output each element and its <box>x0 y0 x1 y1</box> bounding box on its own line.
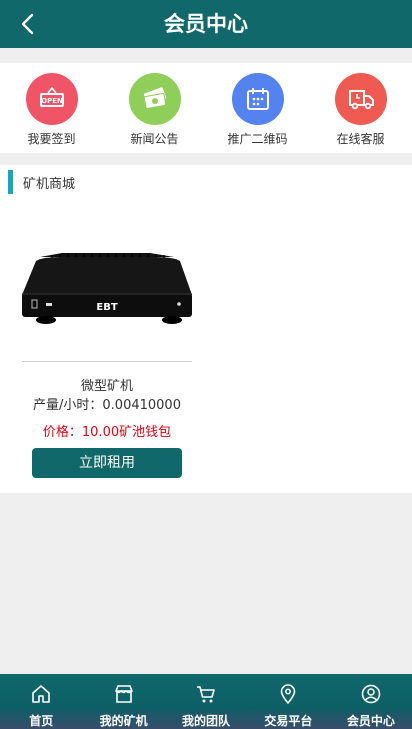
device-brand-text: EBT <box>96 302 117 313</box>
quick-link-qrcode[interactable]: 推广二维码 <box>206 63 309 153</box>
quick-link-label: 新闻公告 <box>130 132 179 146</box>
store-icon <box>113 683 135 709</box>
quick-link-checkin[interactable]: OPEN 我要签到 <box>0 63 103 153</box>
header-bar: 会员中心 <box>0 0 412 48</box>
cart-icon <box>195 683 217 709</box>
truck-icon <box>334 73 387 125</box>
bottom-tab-bar: 首页 我的矿机 我的团队 交易平台 会员中心 <box>0 674 412 729</box>
location-icon <box>277 683 299 709</box>
tab-label: 交易平台 <box>264 714 313 728</box>
quick-link-label: 在线客服 <box>336 132 385 146</box>
tab-label: 会员中心 <box>346 714 395 728</box>
user-icon <box>360 683 382 709</box>
miner-device-image: EBT <box>22 205 192 355</box>
page-title: 会员中心 <box>164 12 248 36</box>
section-accent-bar <box>8 170 13 194</box>
calendar-icon <box>231 73 284 125</box>
section-title: 矿机商城 <box>23 176 76 192</box>
rent-now-button[interactable]: 立即租用 <box>32 448 182 478</box>
tab-label: 首页 <box>29 714 54 728</box>
tab-my-miners[interactable]: 我的矿机 <box>82 674 164 729</box>
product-name: 微型矿机 <box>80 379 133 394</box>
open-sign-icon: OPEN <box>25 73 78 125</box>
home-icon <box>30 683 52 709</box>
svg-text:OPEN: OPEN <box>41 97 63 105</box>
quick-link-news[interactable]: 新闻公告 <box>103 63 206 153</box>
product-price: 价格：10.00矿池钱包 <box>42 425 172 440</box>
product-card[interactable]: EBT 微型矿机 产量/小时：0.00410000 价格：10.00矿池钱包 立… <box>22 205 192 478</box>
miner-shop-section: 矿机商城 EBT 微型矿机 产量/小时：0.00410000 价格：10.00矿… <box>0 165 412 493</box>
tab-label: 我的矿机 <box>99 714 148 728</box>
tab-member-center[interactable]: 会员中心 <box>330 674 412 729</box>
quick-link-label: 我要签到 <box>27 132 76 146</box>
tab-label: 我的团队 <box>182 714 231 728</box>
quick-link-service[interactable]: 在线客服 <box>309 63 412 153</box>
tab-my-team[interactable]: 我的团队 <box>165 674 247 729</box>
quick-links: OPEN 我要签到 新闻公告 推广二维码 在线客服 <box>0 63 412 153</box>
tab-home[interactable]: 首页 <box>0 674 82 729</box>
product-output-rate: 产量/小时：0.00410000 <box>33 398 181 413</box>
section-header: 矿机商城 <box>8 170 75 194</box>
quick-link-label: 推广二维码 <box>227 132 288 146</box>
tab-trading-platform[interactable]: 交易平台 <box>247 674 329 729</box>
money-icon <box>128 73 181 125</box>
product-divider <box>22 361 192 362</box>
